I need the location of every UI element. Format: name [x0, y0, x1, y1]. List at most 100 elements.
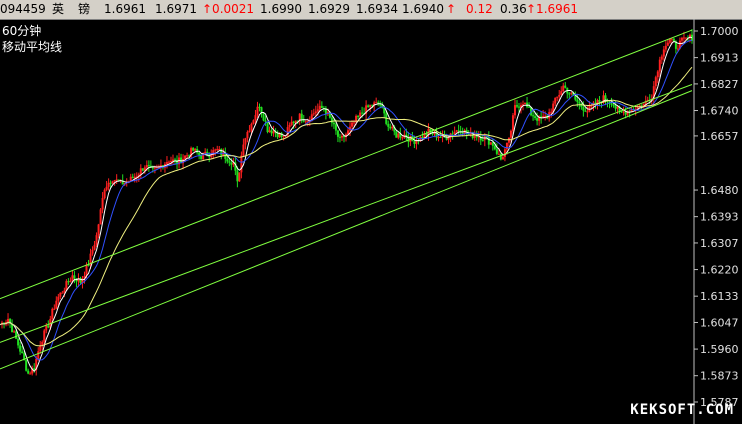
candle-body [266, 121, 269, 133]
candle-body [624, 111, 627, 115]
y-tick-label: 1.6740 [700, 105, 739, 118]
candle-body [282, 136, 285, 138]
candle-body [47, 325, 50, 328]
candle-body [461, 132, 464, 134]
candle-body [226, 158, 229, 162]
candle-body [254, 115, 257, 121]
candle-body [568, 93, 571, 95]
candle-body [141, 168, 144, 171]
candle-body [558, 94, 561, 97]
candle-body [656, 71, 659, 78]
candle-body [588, 105, 591, 112]
candle-body [501, 156, 504, 160]
ma-mid-line [0, 39, 693, 361]
watermark: KEKSOFT.COM [630, 402, 734, 418]
candle-body [71, 275, 74, 281]
y-tick-label: 1.7000 [700, 25, 739, 38]
y-tick-label: 1.6657 [700, 130, 739, 143]
candle-body [550, 111, 553, 113]
candle-body [53, 308, 56, 310]
candle-body [292, 121, 295, 124]
candle-body [493, 145, 496, 150]
candle-body [578, 101, 581, 104]
y-tick-label: 1.6047 [700, 316, 739, 329]
candle-body [614, 105, 617, 109]
candle-body [612, 104, 615, 106]
candle-body [413, 140, 416, 144]
candle-body [401, 137, 404, 139]
indicator-label: 移动平均线 [2, 40, 63, 54]
candle-body [616, 106, 619, 109]
candle-body [664, 45, 667, 50]
candle-body [379, 104, 382, 106]
candle-body [338, 136, 341, 138]
candle-body [451, 133, 454, 135]
candle-body [262, 113, 265, 121]
candle-body [351, 122, 354, 127]
candle-body [511, 115, 514, 131]
candle-body [73, 275, 76, 279]
candle-body [268, 130, 271, 133]
period-title: 60分钟 [2, 24, 42, 38]
candle-body [604, 95, 607, 101]
candle-body [340, 135, 343, 138]
candle-body [288, 124, 291, 128]
candle-body [353, 122, 356, 124]
candle-body [391, 126, 394, 129]
candle-body [544, 115, 547, 117]
candle-body [509, 130, 512, 138]
candle-body [139, 168, 142, 175]
candle-body [250, 123, 253, 131]
candle-body [29, 373, 32, 375]
candle-body [115, 179, 118, 181]
y-tick-label: 1.5960 [700, 343, 739, 356]
candle-body [564, 85, 567, 88]
y-axis: 1.7000 1.6913 1.6827 1.6740 1.6657 1.6480 1.63… [693, 19, 739, 424]
candle-body [497, 153, 500, 155]
candle-body [236, 170, 239, 182]
candle-body [67, 281, 70, 283]
candle-body [216, 149, 219, 151]
candle-body [534, 116, 537, 119]
candle-body [238, 172, 241, 182]
candle-body [562, 85, 565, 92]
candle-body [570, 92, 573, 94]
candle-body [369, 104, 372, 108]
candle-body [147, 165, 150, 167]
candle-body [109, 182, 112, 184]
candle-body [622, 111, 625, 113]
candle-body [522, 104, 525, 106]
candle-layer [1, 29, 693, 376]
candle-body [586, 111, 589, 113]
candle-body [198, 152, 201, 156]
y-tick-label: 1.6307 [700, 237, 739, 250]
candle-body [218, 148, 221, 150]
candle-body [445, 137, 448, 140]
candle-body [15, 331, 18, 339]
candle-body [37, 351, 40, 359]
ma-fast-line [0, 36, 693, 372]
candle-body [457, 130, 460, 132]
candle-body [556, 96, 559, 98]
candle-body [654, 77, 657, 87]
candle-body [214, 149, 217, 151]
candle-body [666, 42, 669, 46]
candle-body [228, 161, 231, 163]
candle-body [248, 130, 251, 133]
candle-body [330, 117, 333, 123]
candle-body [528, 106, 531, 108]
candle-body [518, 106, 520, 108]
candle-body [240, 155, 243, 173]
candle-body [270, 130, 273, 134]
candle-body [439, 136, 442, 138]
candle-body [208, 155, 211, 157]
candle-body [304, 121, 307, 123]
candle-body [204, 151, 207, 154]
candle-body [107, 182, 110, 187]
candle-body [264, 120, 267, 122]
candle-body [576, 99, 579, 102]
candle-body [361, 112, 364, 114]
candle-body [676, 48, 679, 50]
candle-body [105, 186, 108, 190]
candle-body [598, 100, 601, 102]
